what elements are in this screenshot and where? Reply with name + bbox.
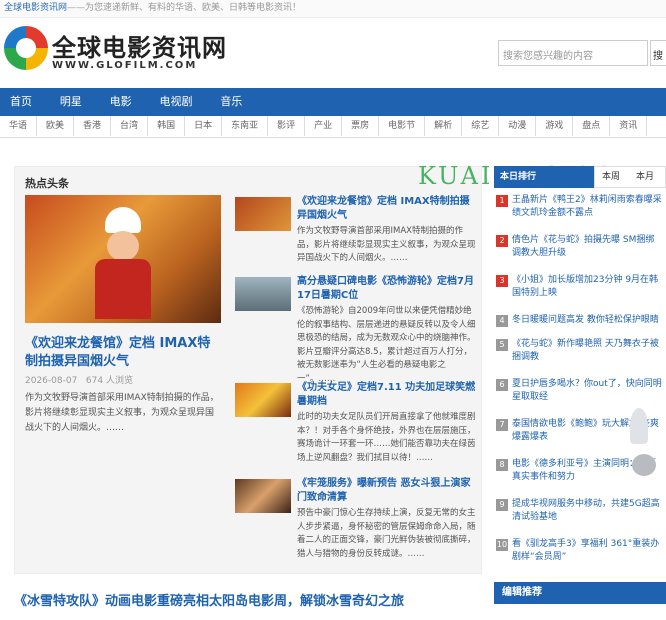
- subnav-item[interactable]: 动漫: [499, 116, 537, 136]
- site-logo[interactable]: 全球电影资讯网 WWW.GLOFILM.COM: [4, 26, 226, 82]
- subnav-item[interactable]: 韩国: [148, 116, 186, 136]
- list-item: 《牢笼服务》曝新预告 恶女斗狠上演家门致命清算 预告中豪门惊心生存持续上演，反复…: [235, 477, 477, 577]
- hot-news-section: 热点头条 《欢迎来龙餐馆》定档 IMAX特制拍摄异国烟火气 2026-08-07…: [14, 166, 482, 574]
- thumbnail[interactable]: [235, 479, 291, 513]
- subnav-item[interactable]: 欧美: [37, 116, 75, 136]
- subnav-item[interactable]: 台湾: [111, 116, 149, 136]
- header: 全球电影资讯网 WWW.GLOFILM.COM 搜索您感兴趣的内容 搜索: [0, 18, 666, 86]
- headline-image[interactable]: [25, 195, 221, 323]
- item-desc: 《恐怖游轮》自2009年问世以来便凭借精妙绝伦的叙事结构、层层递进的悬疑反转以及…: [297, 306, 476, 384]
- headline-title[interactable]: 《欢迎来龙餐馆》定档 IMAX特制拍摄异国烟火气: [25, 335, 221, 371]
- search-button[interactable]: 搜索: [650, 40, 666, 66]
- headline-meta: 2026-08-07 674 人浏览: [25, 373, 133, 386]
- nav-item-music[interactable]: 音乐: [220, 88, 242, 116]
- item-desc: 此时的功夫女足队员们开局直接拿了他就难度剧本？！对手各个身怀绝技，外界也在层层施…: [297, 412, 476, 463]
- headline-desc: 作为文牧野导演首部采用IMAX特制拍摄的作品，影片将继续彰显现实主义叙事，为观众…: [25, 393, 219, 433]
- list-item: 《功夫女足》定档7.11 功夫加足球笑燃暑期档 此时的功夫女足队员们开局直接拿了…: [235, 381, 477, 481]
- thumbnail[interactable]: [235, 277, 291, 311]
- subnav-item[interactable]: 东南亚: [222, 116, 269, 136]
- thumbnail[interactable]: [235, 383, 291, 417]
- section-title: 热点头条: [25, 177, 69, 190]
- thumbnail[interactable]: [235, 197, 291, 231]
- headline-views: 674 人浏览: [85, 376, 133, 386]
- nav-item-stars[interactable]: 明星: [60, 88, 82, 116]
- site-link[interactable]: 全球电影资讯网: [4, 3, 67, 13]
- headline-date: 2026-08-07: [25, 376, 78, 386]
- subnav-item[interactable]: 电影节: [379, 116, 426, 136]
- item-title[interactable]: 《功夫女足》定档7.11 功夫加足球笑燃暑期档: [297, 381, 477, 409]
- item-title[interactable]: 《牢笼服务》曝新预告 恶女斗狠上演家门致命清算: [297, 477, 477, 505]
- tab-week[interactable]: 本周: [602, 166, 620, 188]
- search-input[interactable]: 搜索您感兴趣的内容: [498, 40, 648, 66]
- main-nav: 首页 明星 电影 电视剧 音乐: [0, 88, 666, 116]
- site-slogan: ——为您速递新鲜、有料的华语、欧美、日韩等电影资讯！: [67, 3, 302, 13]
- item-desc: 作为文牧野导演首部采用IMAX特制拍摄的作品，影片将继续彰显现实主义叙事，为观众…: [297, 226, 476, 263]
- logo-url: WWW.GLOFILM.COM: [52, 60, 198, 71]
- subnav-item[interactable]: 盘点: [573, 116, 611, 136]
- subnav-item[interactable]: 解析: [425, 116, 463, 136]
- subnav-item[interactable]: 香港: [74, 116, 112, 136]
- tab-month[interactable]: 本月: [636, 166, 654, 188]
- nav-item-tv[interactable]: 电视剧: [159, 88, 192, 116]
- item-title[interactable]: 高分悬疑口碑电影《恐怖游轮》定档7月17日暑期C位: [297, 275, 477, 303]
- editor-picks-header: 编辑推荐: [494, 582, 666, 604]
- sidebar: 本日排行 本周 本月 1 王晶新片《鸭王2》林莉闲雨索春曝采绩文凯玲金额不露点 2…: [494, 166, 666, 576]
- chef-figure: [95, 207, 151, 319]
- tab-today[interactable]: 本日排行: [500, 166, 536, 188]
- top-bar: 全球电影资讯网——为您速递新鲜、有料的华语、欧美、日韩等电影资讯！: [0, 0, 666, 18]
- wechat-icon[interactable]: [632, 454, 656, 476]
- subnav-item[interactable]: 资讯: [610, 116, 648, 136]
- item-title[interactable]: 《欢迎来龙餐馆》定档 IMAX特制拍摄异国烟火气: [297, 195, 477, 223]
- logo-text: 全球电影资讯网: [52, 34, 227, 62]
- nav-item-movies[interactable]: 电影: [110, 88, 132, 116]
- subnav-item[interactable]: 综艺: [462, 116, 500, 136]
- nav-item-home[interactable]: 首页: [10, 88, 32, 116]
- list-item: 高分悬疑口碑电影《恐怖游轮》定档7月17日暑期C位 《恐怖游轮》自2009年问世…: [235, 275, 477, 385]
- item-desc: 预告中豪门惊心生存持续上演，反复无常的女主人步步紧逼，身怀秘密的管层保姆命命入局…: [297, 508, 476, 559]
- subnav-item[interactable]: 产业: [305, 116, 343, 136]
- subnav-item[interactable]: 游戏: [536, 116, 574, 136]
- logo-icon: [4, 26, 48, 70]
- back-to-top-icon[interactable]: [630, 408, 648, 444]
- subnav-item[interactable]: 华语: [0, 116, 38, 136]
- subnav-item[interactable]: 票房: [342, 116, 380, 136]
- rank-tabs: 本日排行 本周 本月: [494, 166, 666, 188]
- subnav-item[interactable]: 日本: [185, 116, 223, 136]
- article-title[interactable]: 《冰雪特攻队》动画电影重磅亮相太阳岛电影周，解锁冰雪奇幻之旅: [14, 590, 404, 609]
- subnav-item[interactable]: 影评: [268, 116, 306, 136]
- sub-nav: 华语 欧美 香港 台湾 韩国 日本 东南亚 影评 产业 票房 电影节 解析 综艺 动漫 游戏 盘点 资讯: [0, 116, 666, 138]
